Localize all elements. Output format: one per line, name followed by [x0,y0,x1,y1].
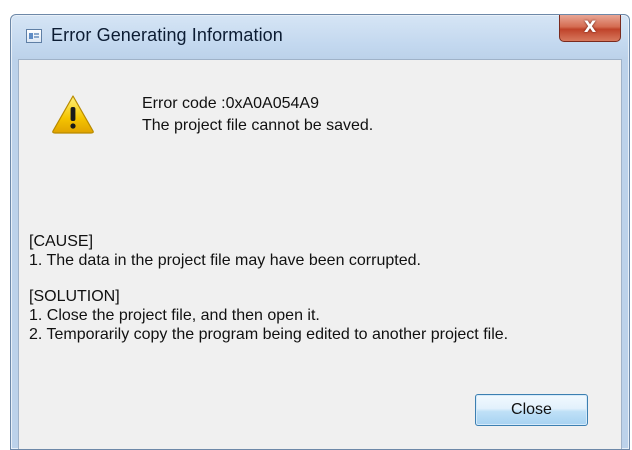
solution-heading: [SOLUTION] [29,288,120,305]
title-bar[interactable]: Error Generating Information X [11,15,629,59]
warning-icon [52,95,94,134]
error-dialog: Error Generating Information X Error cod… [10,14,630,450]
close-button[interactable]: Close [475,394,588,426]
cause-line: 1. The data in the project file may have… [29,252,421,269]
solution-line: 2. Temporarily copy the program being ed… [29,326,509,343]
cause-heading: [CAUSE] [29,233,94,250]
dialog-body: Error code :0xA0A054A9 The project file … [18,59,622,449]
window-title: Error Generating Information [51,25,283,45]
close-icon: X [583,17,597,36]
app-window-icon [26,29,42,43]
solution-line: 1. Close the project file, and then open… [29,307,320,324]
window-close-button[interactable]: X [559,15,621,42]
error-code-text: Error code :0xA0A054A9 [142,95,319,112]
error-summary-text: The project file cannot be saved. [142,117,374,134]
